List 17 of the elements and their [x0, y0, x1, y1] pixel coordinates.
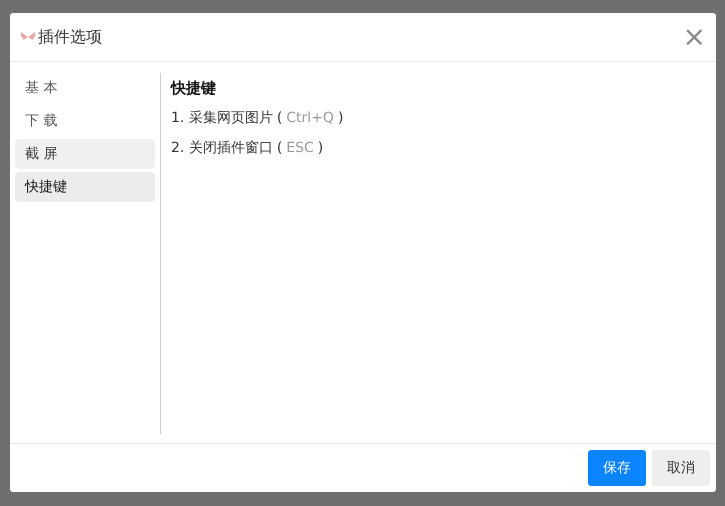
sidebar-item[interactable]: 基 本 [15, 73, 155, 103]
sidebar-item[interactable]: 截 屏 [15, 139, 155, 169]
save-button[interactable]: 保存 [588, 450, 646, 486]
shortcut-action: 1. 采集网页图片 [171, 109, 273, 128]
sidebar-item[interactable]: 快捷键 [15, 172, 155, 202]
open-paren: ( [276, 139, 282, 158]
shortcut-action: 2. 关闭插件窗口 [171, 139, 273, 158]
shortcut-key: Ctrl+Q [286, 103, 334, 133]
dialog-title: 插件选项 [38, 26, 103, 48]
shortcut-key: ESC [286, 133, 314, 163]
open-paren: ( [276, 109, 282, 128]
section-heading: 快捷键 [171, 78, 217, 99]
sidebar-item[interactable]: 下 载 [15, 106, 155, 136]
cancel-button[interactable]: 取消 [652, 450, 710, 486]
close-paren: ) [318, 139, 324, 158]
close-paren: ) [338, 109, 344, 128]
close-button[interactable]: × [682, 23, 706, 51]
